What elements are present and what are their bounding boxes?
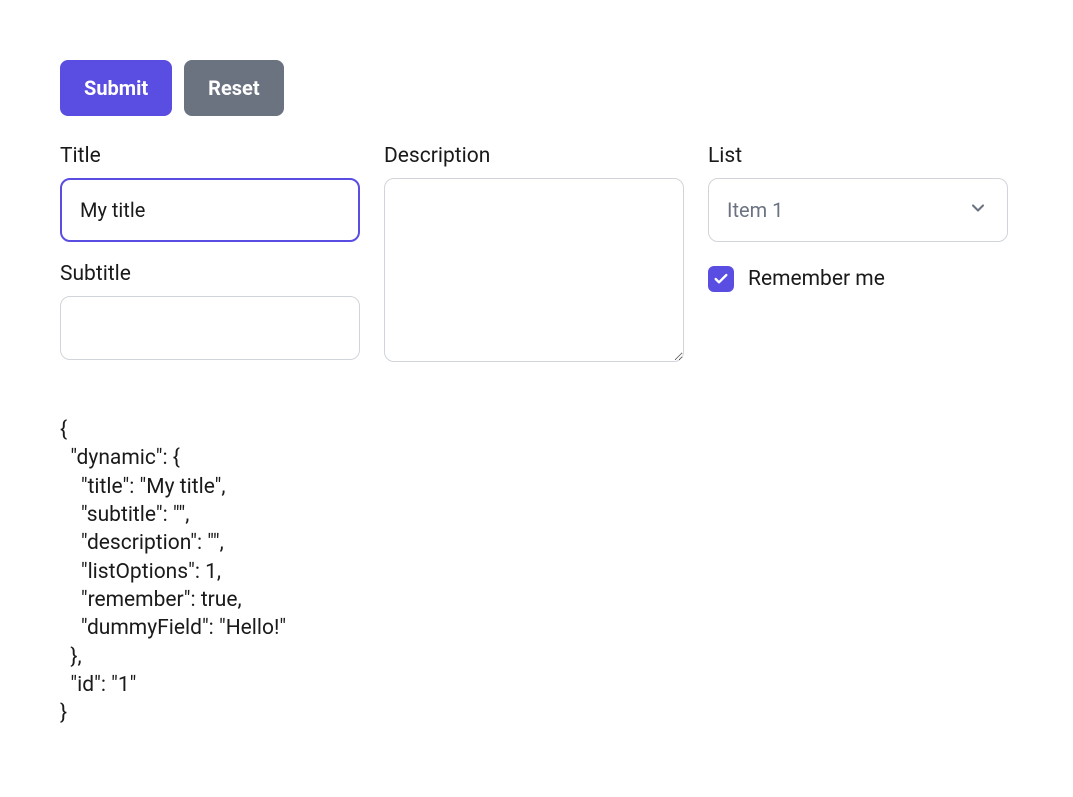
description-label: Description	[384, 144, 684, 168]
reset-button[interactable]: Reset	[184, 60, 283, 116]
title-label: Title	[60, 144, 360, 168]
list-select[interactable]: Item 1	[708, 178, 1008, 242]
description-textarea[interactable]	[384, 178, 684, 362]
list-label: List	[708, 144, 1008, 168]
remember-checkbox[interactable]	[708, 266, 734, 292]
submit-button[interactable]: Submit	[60, 60, 172, 116]
json-output: { "dynamic": { "title": "My title", "sub…	[60, 416, 1013, 728]
subtitle-label: Subtitle	[60, 262, 360, 286]
check-icon	[713, 271, 729, 287]
subtitle-input[interactable]	[60, 296, 360, 360]
title-input[interactable]	[60, 178, 360, 242]
remember-label: Remember me	[748, 267, 885, 291]
